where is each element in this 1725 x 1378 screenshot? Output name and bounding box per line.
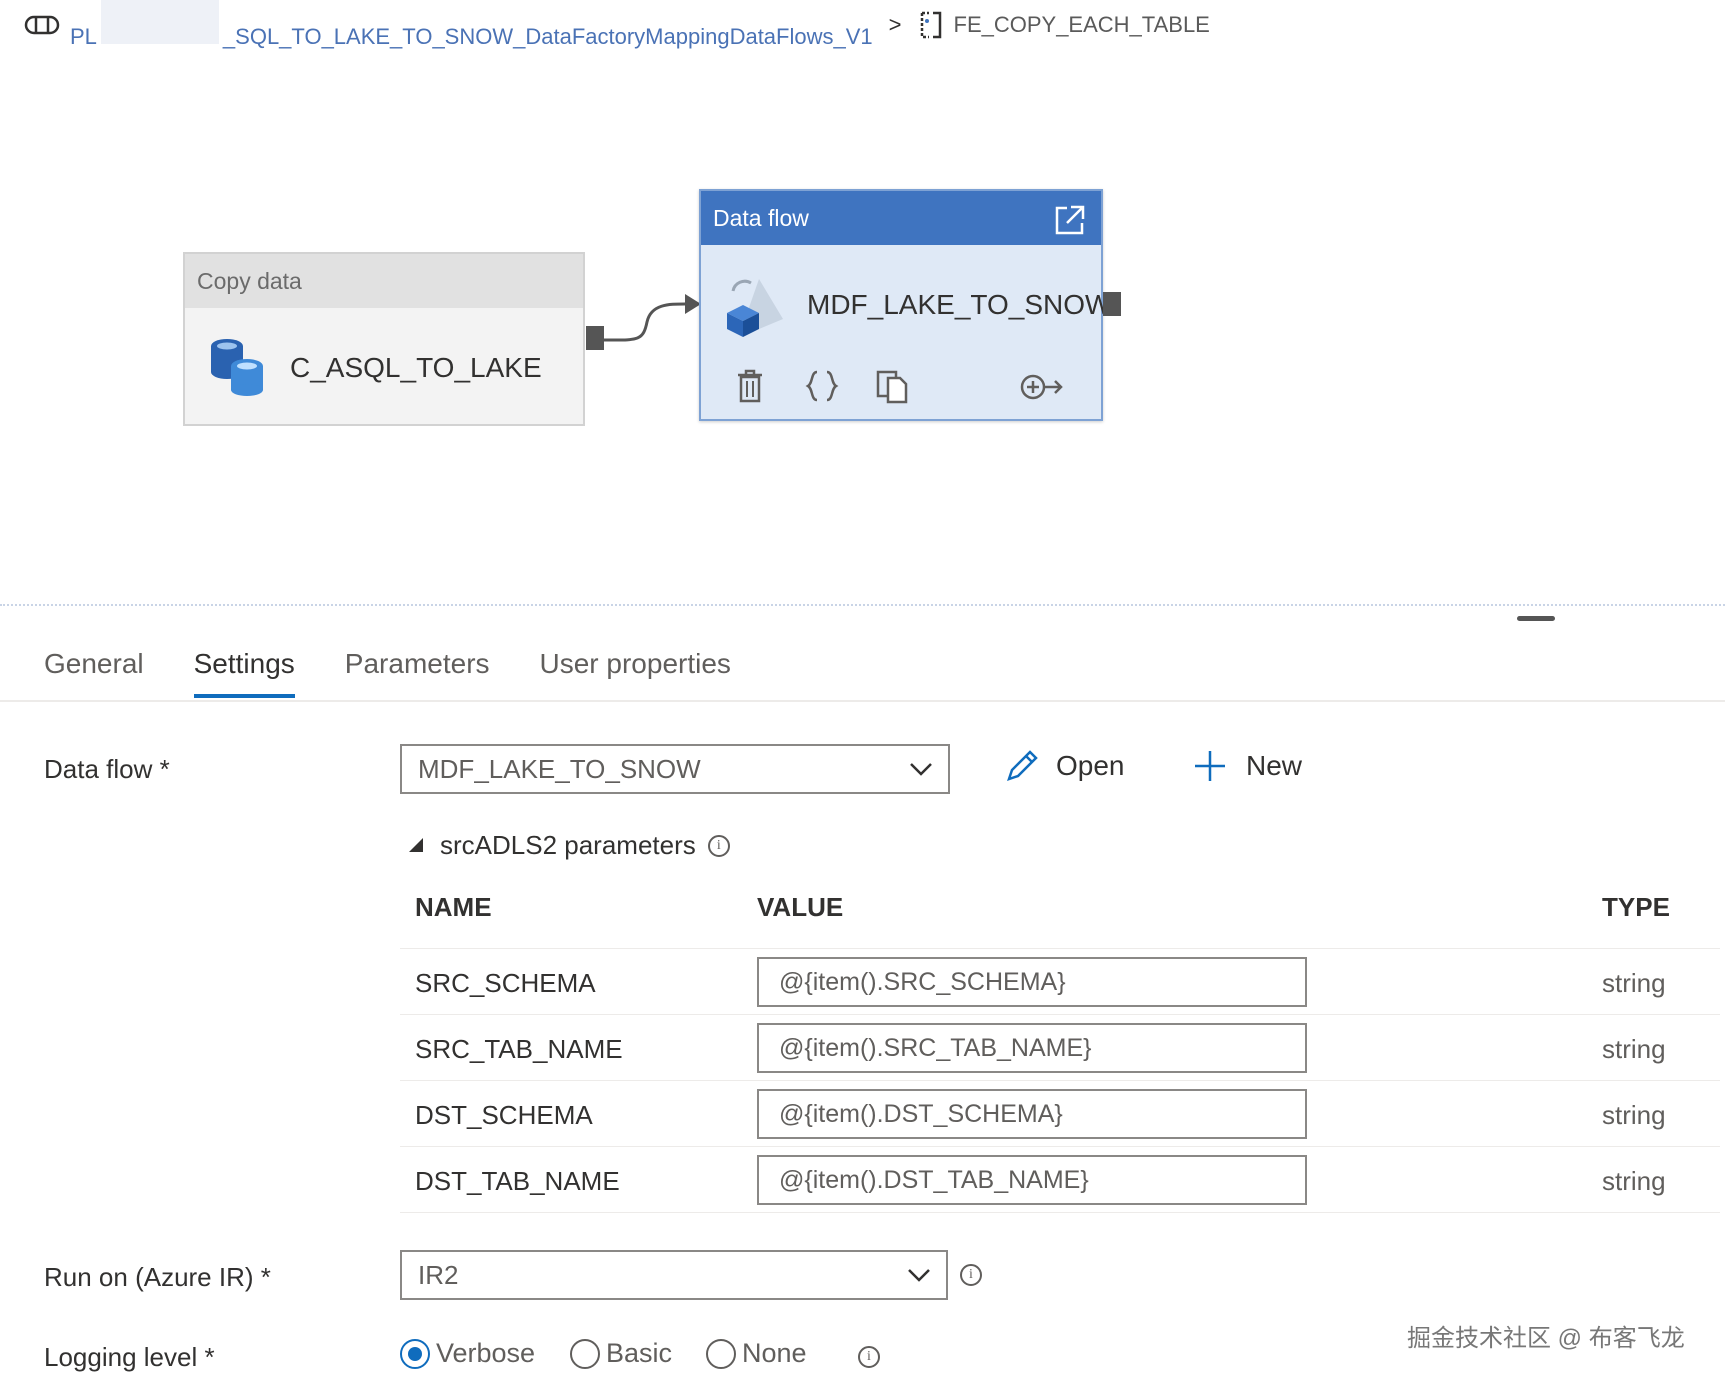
params-section-toggle[interactable]: srcADLS2 parameters i <box>406 830 730 861</box>
pencil-icon <box>1007 750 1038 781</box>
dataflow-select-value: MDF_LAKE_TO_SNOW <box>418 754 701 784</box>
param-type: string <box>1602 1034 1666 1064</box>
pipeline-icon <box>24 15 60 35</box>
dataflow-label: Data flow * <box>44 754 170 784</box>
logging-option-label: None <box>742 1338 807 1368</box>
tab-user-properties[interactable]: User properties <box>540 648 731 698</box>
dataflow-icon <box>727 279 783 337</box>
new-label: New <box>1246 750 1303 781</box>
logging-label: Logging level * <box>44 1342 215 1372</box>
dataflow-activity[interactable]: Data flow MDF_LAKE_TO_SNOW <box>699 189 1111 421</box>
param-name: DST_TAB_NAME <box>415 1166 620 1196</box>
param-value-input[interactable]: @{item().SRC_SCHEMA} <box>757 957 1307 1007</box>
copy-data-activity[interactable]: Copy data C_ASQL_TO_LAKE <box>183 252 585 426</box>
open-external-icon[interactable] <box>1053 203 1087 237</box>
breadcrumb-separator: > <box>888 12 902 37</box>
tab-settings[interactable]: Settings <box>193 648 295 698</box>
redacted-area <box>100 0 219 44</box>
radio-unselected <box>706 1338 736 1369</box>
row-separator <box>400 1080 1720 1081</box>
copy-activity-type-label: Copy data <box>185 254 583 308</box>
chevron-down-icon <box>910 763 932 776</box>
column-header-name: NAME <box>415 892 492 922</box>
dataflow-activity-type-label: Data flow <box>713 205 809 231</box>
column-header-type: TYPE <box>1602 892 1670 922</box>
plus-icon <box>1195 751 1225 781</box>
caret-down-icon <box>409 837 423 852</box>
runon-select-value: IR2 <box>418 1260 459 1290</box>
param-name: SRC_SCHEMA <box>415 968 596 998</box>
foreach-icon <box>920 11 941 39</box>
breadcrumb-pipeline-prefix: PL <box>70 24 97 49</box>
copy-activity-name: C_ASQL_TO_LAKE <box>290 352 542 383</box>
radio-unselected <box>570 1338 600 1369</box>
runon-label: Run on (Azure IR) * <box>44 1262 271 1292</box>
open-label: Open <box>1056 750 1125 781</box>
runon-select[interactable]: IR2 <box>400 1250 948 1300</box>
params-section-label: srcADLS2 parameters <box>440 830 696 860</box>
breadcrumb-pipeline-link[interactable]: PL _SQL_TO_LAKE_TO_SNOW_DataFactoryMappin… <box>70 0 873 50</box>
info-icon[interactable]: i <box>707 834 730 857</box>
breadcrumb: PL _SQL_TO_LAKE_TO_SNOW_DataFactoryMappin… <box>24 0 1210 49</box>
delete-icon[interactable] <box>735 369 765 403</box>
panel-splitter[interactable] <box>0 604 1725 609</box>
dataflow-output-port[interactable] <box>1103 292 1121 316</box>
param-name: SRC_TAB_NAME <box>415 1034 623 1064</box>
watermark: 掘金技术社区 @ 布客飞龙 <box>1407 1325 1685 1352</box>
radio-selected <box>400 1338 430 1369</box>
param-type: string <box>1602 968 1666 998</box>
param-value-input[interactable]: @{item().SRC_TAB_NAME} <box>757 1023 1307 1073</box>
code-braces-icon[interactable] <box>805 369 839 403</box>
new-dataflow-button[interactable]: New <box>1192 748 1302 784</box>
header-separator <box>400 948 1720 949</box>
breadcrumb-pipeline-suffix: _SQL_TO_LAKE_TO_SNOW_DataFactoryMappingD… <box>222 24 873 49</box>
logging-option-verbose[interactable]: Verbose <box>400 1338 535 1369</box>
breadcrumb-current[interactable]: FE_COPY_EACH_TABLE <box>954 12 1210 38</box>
row-separator <box>400 1212 1720 1213</box>
param-value-input[interactable]: @{item().DST_TAB_NAME} <box>757 1155 1307 1205</box>
database-icon <box>211 339 263 396</box>
copy-output-port[interactable] <box>586 326 604 350</box>
row-separator <box>400 1014 1720 1015</box>
param-type: string <box>1602 1100 1666 1130</box>
param-type: string <box>1602 1166 1666 1196</box>
dataflow-select[interactable]: MDF_LAKE_TO_SNOW <box>400 744 950 794</box>
add-output-icon[interactable] <box>1019 371 1065 403</box>
clone-icon[interactable] <box>875 369 909 405</box>
resize-grip[interactable] <box>1517 616 1555 621</box>
chevron-down-icon <box>908 1269 930 1282</box>
param-name: DST_SCHEMA <box>415 1100 593 1130</box>
runon-info-icon[interactable]: i <box>960 1264 982 1286</box>
logging-option-label: Basic <box>606 1338 673 1368</box>
logging-option-basic[interactable]: Basic <box>570 1338 672 1369</box>
tab-parameters[interactable]: Parameters <box>345 648 490 698</box>
logging-info-icon[interactable]: i <box>858 1346 880 1368</box>
logging-option-label: Verbose <box>436 1338 536 1368</box>
open-dataflow-button[interactable]: Open <box>1004 748 1125 784</box>
logging-option-none[interactable]: None <box>706 1338 807 1369</box>
column-header-value: VALUE <box>757 892 844 922</box>
param-value-input[interactable]: @{item().DST_SCHEMA} <box>757 1089 1307 1139</box>
row-separator <box>400 1146 1720 1147</box>
dataflow-activity-name: MDF_LAKE_TO_SNOW <box>807 289 1112 320</box>
tabs-divider <box>0 700 1725 702</box>
properties-tabs: General Settings Parameters User propert… <box>44 648 781 698</box>
tab-general[interactable]: General <box>44 648 144 698</box>
